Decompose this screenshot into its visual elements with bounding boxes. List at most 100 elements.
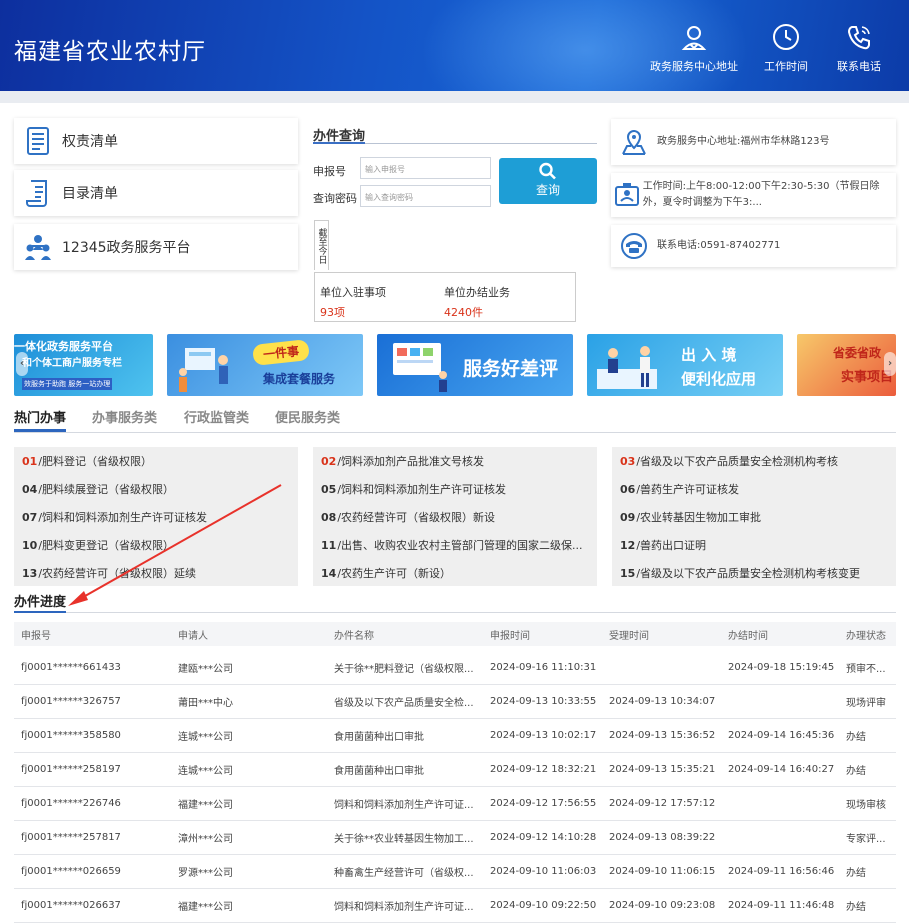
nav-contact-phone[interactable]: 联系电话 — [811, 22, 907, 74]
hot-item[interactable]: 08/农药经营许可（省级权限）新设 — [321, 509, 593, 525]
table-cell — [728, 685, 846, 718]
table-cell: 预审不... — [846, 664, 886, 675]
table-row[interactable]: fj0001******226746 福建***公司 饲料和饲料添加剂生产许可证..… — [14, 787, 896, 821]
query-button-label: 查询 — [535, 183, 560, 197]
hot-item[interactable]: 09/农业转基因生物加工审批 — [620, 509, 892, 525]
table-row[interactable]: fj0001******257817 漳州***公司 关于徐**农业转基因生物加工.… — [14, 821, 896, 855]
table-row[interactable]: fj0001******661433 建瓯***公司 关于徐**肥料登记（省级权限.… — [14, 651, 896, 685]
tab-hot-services[interactable]: 热门办事 — [14, 407, 67, 432]
hot-item-number: 09 — [620, 511, 636, 524]
table-cell: 办结 — [846, 902, 866, 913]
nav-service-center-address[interactable]: 政务服务中心地址 — [646, 22, 742, 74]
banner-line1: 一体化政务服务平台 — [14, 340, 113, 353]
banner-service-evaluation[interactable]: 服务好差评 — [377, 334, 573, 396]
hot-item-number: 05 — [321, 483, 337, 496]
carousel-prev-icon[interactable]: ‹ — [16, 352, 28, 376]
hot-item[interactable]: 06/兽药生产许可证核发 — [620, 481, 892, 497]
table-row[interactable]: fj0001******026637 福建***公司 饲料和饲料添加剂生产许可证..… — [14, 889, 896, 923]
table-cell: 莆田***中心 — [178, 698, 233, 709]
table-cell: 饲料和饲料添加剂生产许可证... — [334, 902, 474, 913]
search-icon — [539, 162, 556, 180]
address-info-card: 政务服务中心地址:福州市华林路123号 — [611, 119, 896, 165]
hot-item-text: /饲料添加剂产品批准文号核发 — [337, 455, 485, 468]
hot-item[interactable]: 04/肥料续展登记（省级权限） — [22, 481, 294, 497]
service-platform-12345-link[interactable]: 12345政务服务平台 — [14, 224, 298, 270]
site-title[interactable]: 福建省农业农村厅 — [14, 32, 206, 66]
table-cell: 2024-09-13 10:02:17 — [490, 730, 597, 741]
hot-item[interactable]: 05/饲料和饲料添加剂生产许可证核发 — [321, 481, 593, 497]
table-cell: 漳州***公司 — [178, 834, 233, 845]
table-cell: fj0001******026659 — [21, 866, 121, 877]
table-cell: 2024-09-14 16:45:36 — [728, 730, 835, 741]
stat-label: 单位入驻事项 — [320, 286, 386, 299]
table-cell — [609, 651, 727, 684]
table-row[interactable]: fj0001******258197 连城***公司 食用菌菌种出口审批 2024-0… — [14, 753, 896, 787]
hot-item[interactable]: 14/农药生产许可（新设） — [321, 565, 593, 581]
query-password-label: 查询密码 — [313, 192, 357, 205]
hot-item[interactable]: 07/饲料和饲料添加剂生产许可证核发 — [22, 509, 294, 525]
progress-title-underline — [14, 611, 896, 613]
table-header-cell: 受理时间 — [609, 630, 649, 642]
banner-border-entry-exit[interactable]: 出 入 境 便利化应用 — [587, 334, 783, 396]
table-cell: 2024-09-14 16:40:27 — [728, 764, 835, 775]
query-password-input[interactable]: 输入查询密码 — [360, 185, 491, 207]
hot-item[interactable]: 15/省级及以下农产品质量安全检测机构考核变更 — [620, 565, 892, 581]
tab-administrative-supervision[interactable]: 行政监管类 — [184, 407, 249, 426]
hot-item-text: /出售、收购农业农村主管部门管理的国家二级保... — [337, 539, 583, 552]
table-cell: fj0001******258197 — [21, 764, 121, 775]
query-title-underline — [313, 142, 597, 144]
hot-item-text: /肥料变更登记（省级权限） — [38, 539, 175, 552]
hot-item[interactable]: 03/省级及以下农产品质量安全检测机构考核 — [620, 453, 892, 469]
table-cell: 办结 — [846, 766, 866, 777]
hot-item-text: /农药生产许可（新设） — [337, 567, 452, 580]
phone-info-card: 联系电话:0591-87402771 — [611, 225, 896, 267]
hot-item-text: /兽药出口证明 — [636, 539, 707, 552]
hot-item-number: 04 — [22, 483, 38, 496]
site-header: 福建省农业农村厅 政务服务中心地址 工作时间 联系电话 — [0, 0, 909, 91]
application-number-input[interactable]: 输入申报号 — [360, 157, 491, 179]
table-cell: 建瓯***公司 — [178, 664, 233, 675]
stat-unit: 件 — [472, 306, 483, 319]
power-list-link[interactable]: 权责清单 — [14, 118, 298, 164]
banner-one-thing-service[interactable]: 一件事 集成套餐服务 — [167, 334, 363, 396]
hot-item-number: 11 — [321, 539, 337, 552]
table-cell — [728, 787, 846, 820]
banner-integrated-platform[interactable]: 一体化政务服务平台 和个体工商户服务专栏 效服务于助跑 服务一站办理 ‹ — [14, 334, 153, 396]
hot-item[interactable]: 01/肥料登记（省级权限） — [22, 453, 294, 469]
hot-item-number: 15 — [620, 567, 636, 580]
hot-item-text: /农药经营许可（省级权限）延续 — [38, 567, 197, 580]
table-cell: 现场审核 — [846, 800, 886, 811]
table-row[interactable]: fj0001******358580 连城***公司 食用菌菌种出口审批 2024-0… — [14, 719, 896, 753]
people-network-icon — [14, 233, 62, 261]
banner-line2: 和个体工商户服务专栏 — [22, 358, 122, 369]
hot-item[interactable]: 12/兽药出口证明 — [620, 537, 892, 553]
hot-item-number: 08 — [321, 511, 337, 524]
table-row[interactable]: fj0001******326757 莆田***中心 省级及以下农产品质量安全检..… — [14, 685, 896, 719]
tab-business-services[interactable]: 办事服务类 — [92, 407, 157, 426]
hot-item-text: /饲料和饲料添加剂生产许可证核发 — [337, 483, 507, 496]
stat-value: 93 — [320, 306, 334, 319]
table-row[interactable]: fj0001******026659 罗源***公司 种畜禽生产经营许可（省级权..… — [14, 855, 896, 889]
query-button[interactable]: 查询 — [499, 158, 597, 204]
hot-item-number: 07 — [22, 511, 38, 524]
application-number-label: 申报号 — [313, 165, 346, 178]
hot-item-text: /肥料续展登记（省级权限） — [38, 483, 175, 496]
phone-icon — [847, 26, 870, 50]
table-cell: 2024-09-13 10:34:07 — [609, 696, 716, 707]
table-cell: 罗源***公司 — [178, 868, 233, 879]
banner-provincial-projects[interactable]: 省委省政 实事项目 › — [797, 334, 896, 396]
map-pin-icon — [611, 128, 657, 156]
carousel-next-icon[interactable]: › — [884, 352, 896, 376]
hot-item[interactable]: 11/出售、收购农业农村主管部门管理的国家二级保... — [321, 537, 593, 553]
table-cell: 办结 — [846, 732, 866, 743]
table-cell: 连城***公司 — [178, 732, 233, 743]
hot-item[interactable]: 10/肥料变更登记（省级权限） — [22, 537, 294, 553]
tab-convenience-services[interactable]: 便民服务类 — [275, 407, 340, 426]
catalog-list-link[interactable]: 目录清单 — [14, 170, 298, 216]
hot-item[interactable]: 13/农药经营许可（省级权限）延续 — [22, 565, 294, 581]
table-cell: 种畜禽生产经营许可（省级权... — [334, 868, 474, 879]
completed-business-stat: 单位办结业务 4240件 — [444, 284, 510, 320]
hot-item[interactable]: 02/饲料添加剂产品批准文号核发 — [321, 453, 593, 469]
table-cell: 关于徐**肥料登记（省级权限... — [334, 664, 474, 675]
table-cell: 饲料和饲料添加剂生产许可证... — [334, 800, 474, 811]
